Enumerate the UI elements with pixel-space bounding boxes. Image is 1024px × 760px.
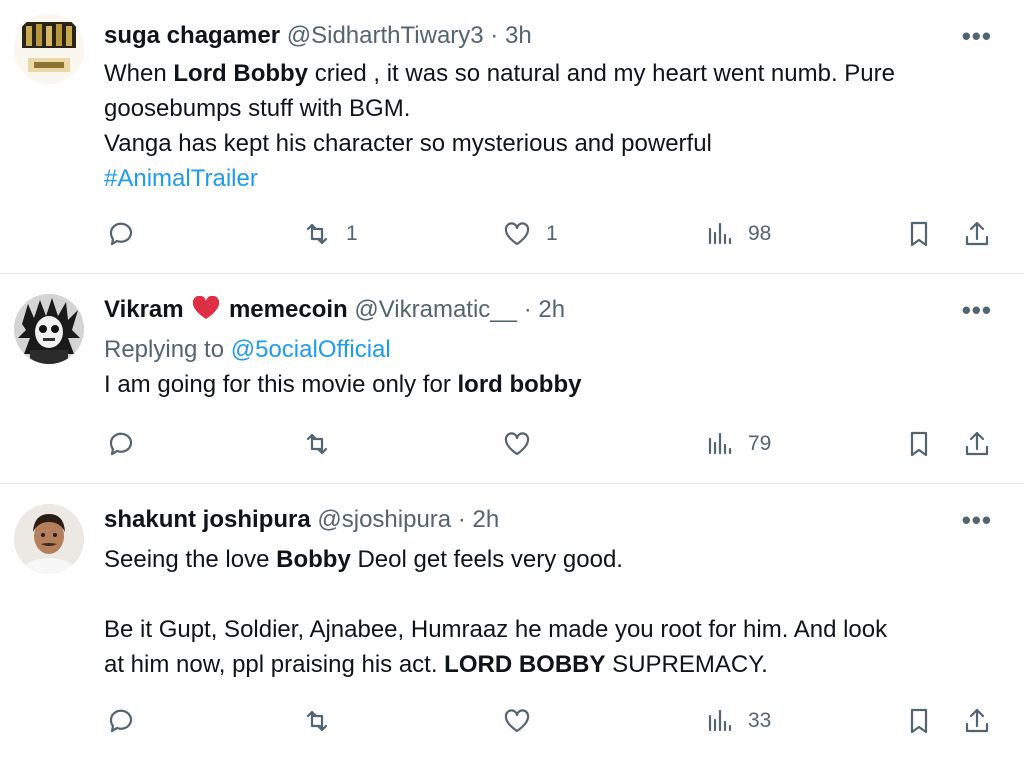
tweet-text: Replying to @5ocialOfficial I am going f… [104, 336, 582, 398]
separator-dot: · [490, 22, 499, 49]
heart-icon [504, 432, 530, 456]
views-icon [708, 709, 732, 732]
view-count: 33 [748, 709, 772, 732]
reply-button[interactable] [106, 426, 136, 462]
bookmark-button[interactable] [904, 703, 934, 739]
tweet-3[interactable]: shakunt joshipura @sjoshipura · 2h ••• S… [0, 484, 1024, 760]
display-name[interactable]: shakunt joshipura [104, 506, 311, 533]
replying-prefix: Replying to [104, 336, 231, 363]
share-icon [965, 708, 989, 733]
tweet-1[interactable]: suga chagamer @SidharthTiwary3 · 3h ••• … [0, 0, 1024, 274]
retweet-icon [306, 710, 328, 732]
tweet-header: shakunt joshipura @sjoshipura · 2h [104, 506, 499, 534]
share-button[interactable] [962, 216, 992, 252]
replying-to-link[interactable]: @5ocialOfficial [231, 336, 391, 363]
retweet-icon [306, 223, 328, 245]
bookmark-icon [910, 431, 928, 457]
display-name[interactable]: Vikram [104, 296, 184, 323]
reply-icon [109, 432, 133, 456]
heart-icon [504, 222, 530, 246]
heart-emoji-icon [193, 295, 220, 319]
reply-button[interactable] [106, 703, 136, 739]
tweet-actions: 33 [0, 703, 1024, 739]
retweet-button[interactable] [302, 426, 332, 462]
timestamp[interactable]: 2h [472, 506, 499, 533]
separator-dot: · [457, 506, 466, 533]
tweet-text: When Lord Bobby cried , it was so natura… [104, 56, 895, 196]
tweet-actions: 1 1 98 [0, 216, 1024, 252]
view-count: 98 [748, 222, 772, 245]
reply-icon [109, 222, 133, 246]
views-icon [708, 222, 732, 245]
user-handle[interactable]: @Vikramatic__ [354, 296, 517, 323]
reply-button[interactable] [106, 216, 136, 252]
avatar[interactable] [14, 14, 84, 84]
reply-icon [109, 709, 133, 733]
views-button[interactable]: 33 [704, 703, 771, 739]
user-handle[interactable]: @sjoshipura [317, 506, 451, 533]
views-button[interactable]: 79 [704, 426, 771, 462]
like-count: 1 [546, 222, 558, 245]
share-icon [965, 221, 989, 246]
avatar[interactable] [14, 504, 84, 574]
bookmark-button[interactable] [904, 216, 934, 252]
bookmark-button[interactable] [904, 426, 934, 462]
tweet-header: Vikram memecoin @Vikramatic__ · 2h [104, 295, 565, 324]
user-handle[interactable]: @SidharthTiwary3 [287, 22, 484, 49]
retweet-button[interactable]: 1 [302, 216, 358, 252]
views-button[interactable]: 98 [704, 216, 771, 252]
tweet-2[interactable]: Vikram memecoin @Vikramatic__ · 2h ••• R… [0, 274, 1024, 484]
bookmark-icon [910, 221, 928, 247]
retweet-count: 1 [346, 222, 358, 245]
share-icon [965, 431, 989, 456]
view-count: 79 [748, 432, 772, 455]
heart-icon [504, 709, 530, 733]
hashtag-link[interactable]: #AnimalTrailer [104, 161, 895, 196]
share-button[interactable] [962, 703, 992, 739]
share-button[interactable] [962, 426, 992, 462]
tweet-header: suga chagamer @SidharthTiwary3 · 3h [104, 22, 532, 50]
retweet-icon [306, 433, 328, 455]
like-button[interactable] [502, 703, 532, 739]
like-button[interactable] [502, 426, 532, 462]
display-name[interactable]: suga chagamer [104, 22, 280, 49]
bookmark-icon [910, 708, 928, 734]
timestamp[interactable]: 2h [538, 296, 565, 323]
views-icon [708, 432, 732, 455]
timestamp[interactable]: 3h [505, 22, 532, 49]
tweet-text: Seeing the love Bobby Deol get feels ver… [104, 546, 888, 678]
tweet-actions: 79 [0, 426, 1024, 462]
more-dots-icon[interactable]: ••• [962, 506, 992, 534]
separator-dot: · [523, 296, 532, 323]
display-name-suffix[interactable]: memecoin [229, 296, 348, 323]
more-dots-icon[interactable]: ••• [962, 296, 992, 324]
avatar[interactable] [14, 294, 84, 364]
retweet-button[interactable] [302, 703, 332, 739]
like-button[interactable]: 1 [502, 216, 558, 252]
more-dots-icon[interactable]: ••• [962, 22, 992, 50]
